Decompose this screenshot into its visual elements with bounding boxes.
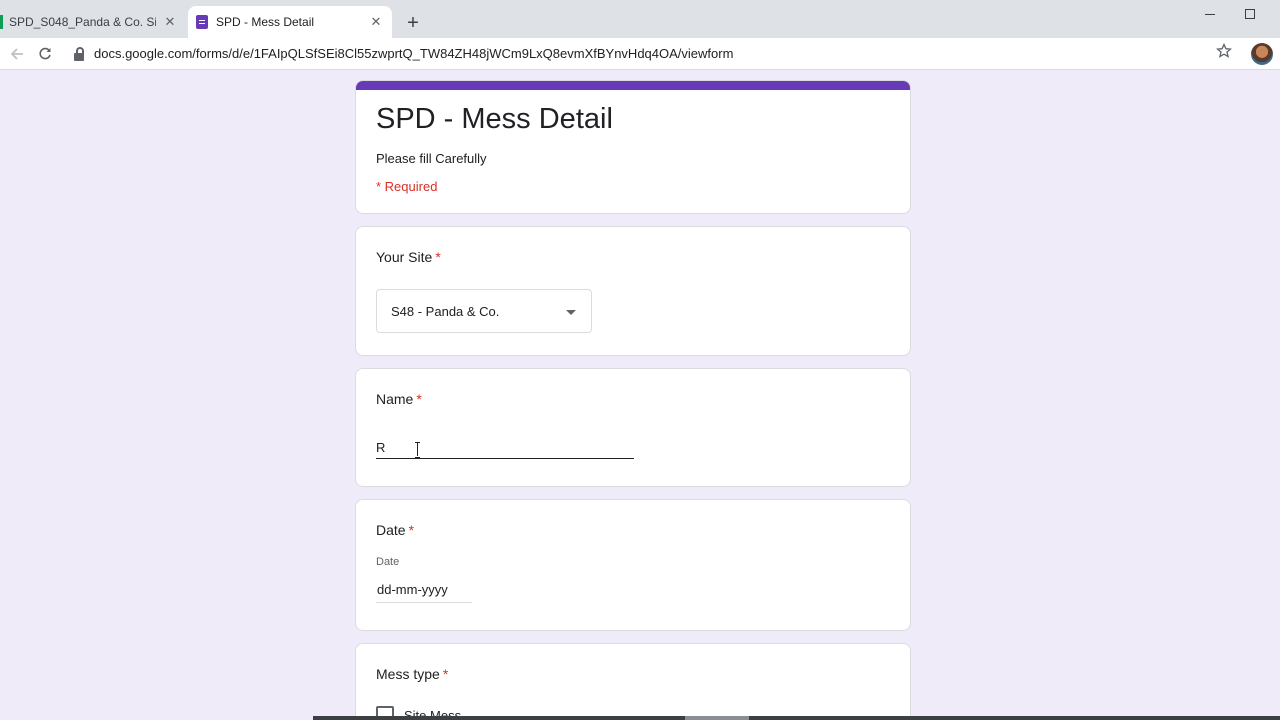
date-sub-label: Date xyxy=(376,556,400,568)
profile-avatar[interactable] xyxy=(1251,43,1273,65)
close-tab-icon[interactable]: ✕ xyxy=(368,14,384,30)
browser-tab-forms[interactable]: SPD - Mess Detail ✕ xyxy=(188,6,392,38)
question-card-date: Date * Date dd-mm-yyyy xyxy=(355,499,911,631)
question-label: Date xyxy=(376,522,406,538)
reload-icon xyxy=(39,47,51,60)
question-title: Date * xyxy=(376,522,414,538)
browser-toolbar: docs.google.com/forms/d/e/1FAIpQLSfSEi8C… xyxy=(0,38,1280,70)
form-title: SPD - Mess Detail xyxy=(376,103,613,135)
sheets-favicon-icon xyxy=(0,15,3,29)
question-card-mess-type: Mess type * Site Mess xyxy=(355,643,911,720)
required-asterisk: * xyxy=(442,666,449,682)
arrow-left-icon xyxy=(10,48,23,60)
question-title: Name * xyxy=(376,391,422,407)
required-asterisk: * xyxy=(408,522,415,538)
site-dropdown[interactable]: S48 - Panda & Co. xyxy=(376,289,592,333)
minimize-icon xyxy=(1205,13,1215,15)
address-bar[interactable]: docs.google.com/forms/d/e/1FAIpQLSfSEi8C… xyxy=(94,46,733,61)
required-asterisk: * xyxy=(416,391,422,407)
lock-icon[interactable] xyxy=(74,47,86,61)
browser-tab-sheets[interactable]: SPD_S048_Panda & Co. Site DSR ✕ xyxy=(0,6,186,38)
reload-button[interactable] xyxy=(35,44,55,64)
taskbar-edge xyxy=(313,716,1280,720)
form-accent-bar xyxy=(356,81,910,90)
dropdown-selected-value: S48 - Panda & Co. xyxy=(391,303,500,319)
tab-title: SPD_S048_Panda & Co. Site DSR xyxy=(9,15,156,29)
form-header-card: SPD - Mess Detail Please fill Carefully … xyxy=(355,80,911,214)
question-label: Mess type xyxy=(376,666,440,682)
question-title: Your Site * xyxy=(376,249,441,265)
back-button[interactable] xyxy=(7,44,27,64)
browser-tab-bar: SPD_S048_Panda & Co. Site DSR ✕ SPD - Me… xyxy=(0,0,1280,38)
tab-title: SPD - Mess Detail xyxy=(216,15,315,29)
question-label: Name xyxy=(376,391,414,407)
form-description: Please fill Carefully xyxy=(376,151,487,166)
question-card-name: Name * R xyxy=(355,368,911,487)
required-note: * Required xyxy=(376,179,438,194)
text-cursor-icon xyxy=(415,442,421,458)
forms-favicon-icon xyxy=(196,15,208,29)
question-title: Mess type * xyxy=(376,666,448,682)
new-tab-button[interactable]: + xyxy=(402,12,424,34)
bookmark-star-icon[interactable] xyxy=(1215,42,1233,64)
required-asterisk: * xyxy=(435,249,441,265)
close-tab-icon[interactable]: ✕ xyxy=(162,14,178,30)
maximize-button[interactable] xyxy=(1230,4,1270,24)
question-card-site: Your Site * S48 - Panda & Co. xyxy=(355,226,911,356)
minimize-button[interactable] xyxy=(1190,4,1230,24)
dropdown-caret-icon xyxy=(566,310,576,315)
taskbar-active-segment xyxy=(685,716,749,720)
date-input[interactable]: dd-mm-yyyy xyxy=(376,582,472,603)
question-label: Your Site xyxy=(376,249,433,265)
maximize-icon xyxy=(1245,9,1255,19)
